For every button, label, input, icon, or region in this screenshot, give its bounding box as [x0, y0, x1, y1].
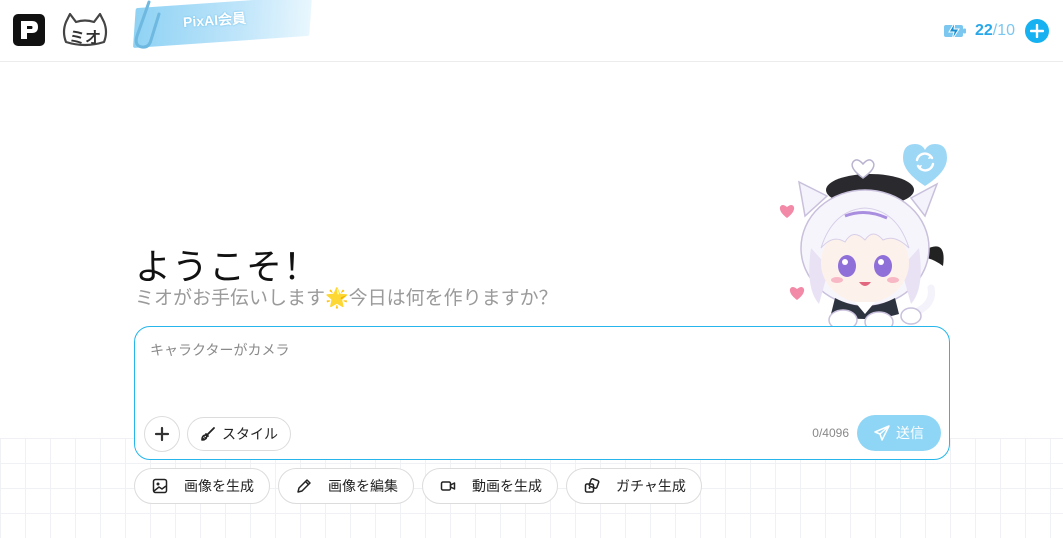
membership-badge[interactable]: PixAI会員: [125, 0, 315, 50]
page: ミオ PixAI会員 22 / 10 ようこそ！ ミオがお手伝いします🌟今日は何…: [0, 0, 1063, 538]
send-button-label: 送信: [896, 426, 924, 442]
energy-bolt-icon: [943, 21, 966, 41]
character-count: 0/4096: [812, 426, 849, 440]
prompt-box: スタイル 0/4096 送信: [134, 326, 950, 460]
paper-plane-icon: [874, 425, 890, 441]
generate-image-button[interactable]: 画像を生成: [134, 468, 270, 504]
pixai-logo-icon[interactable]: [13, 14, 45, 46]
attach-button[interactable]: [144, 416, 180, 452]
mascot-logo-text: ミオ: [68, 28, 101, 47]
credits-current: 22: [974, 22, 993, 39]
quick-actions: 画像を生成 画像を編集 動画を生成 ガチャ生成: [134, 468, 710, 504]
image-icon: [152, 478, 168, 494]
edit-image-label: 画像を編集: [328, 479, 398, 495]
generate-video-label: 動画を生成: [472, 479, 542, 495]
credits-display: 22 / 10: [943, 17, 1049, 45]
mascot-logo[interactable]: ミオ: [60, 12, 110, 48]
credits-max: 10: [997, 22, 1015, 39]
generate-video-button[interactable]: 動画を生成: [422, 468, 558, 504]
style-button-label: スタイル: [222, 427, 278, 443]
top-bar: ミオ PixAI会員 22 / 10: [0, 0, 1063, 62]
send-button[interactable]: 送信: [857, 415, 941, 451]
pencil-icon: [297, 479, 311, 493]
plus-icon: [1030, 24, 1044, 38]
add-credits-button[interactable]: [1025, 19, 1049, 43]
style-button[interactable]: スタイル: [187, 417, 291, 451]
prompt-input[interactable]: [150, 340, 930, 410]
brush-icon: [201, 427, 215, 441]
generate-image-label: 画像を生成: [184, 479, 254, 495]
video-icon: [440, 481, 456, 491]
refresh-heart-icon[interactable]: [903, 144, 947, 186]
paperclip-icon: [134, 0, 161, 49]
plus-icon: [154, 426, 170, 442]
welcome-subtitle: ミオがお手伝いします🌟今日は何を作りますか？: [135, 287, 558, 309]
gacha-generate-button[interactable]: ガチャ生成: [566, 468, 702, 504]
gacha-icon: [584, 478, 600, 493]
mascot-illustration: [775, 138, 955, 338]
gacha-generate-label: ガチャ生成: [616, 479, 686, 495]
edit-image-button[interactable]: 画像を編集: [278, 468, 414, 504]
